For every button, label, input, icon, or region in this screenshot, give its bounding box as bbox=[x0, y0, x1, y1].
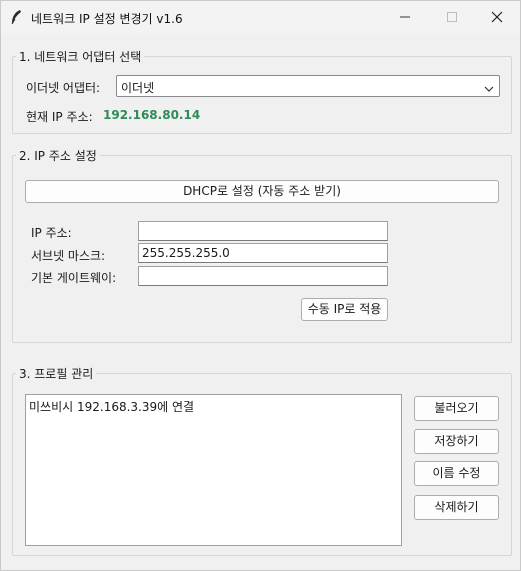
current-ip-label: 현재 IP 주소: bbox=[26, 110, 93, 124]
dhcp-button[interactable]: DHCP로 설정 (자동 주소 받기) bbox=[25, 180, 499, 203]
close-icon bbox=[491, 11, 503, 23]
ip-settings-section-title: 2. IP 주소 설정 bbox=[16, 147, 100, 164]
app-window: 네트워크 IP 설정 변경기 v1.6 1. 네트워크 어댑터 선택 이더넷 어… bbox=[0, 0, 521, 571]
list-item[interactable]: 미쓰비시 192.168.3.39에 연결 bbox=[29, 398, 194, 415]
rename-profile-label: 이름 수정 bbox=[432, 466, 481, 480]
current-ip-value: 192.168.80.14 bbox=[103, 108, 201, 122]
adapter-select-value: 이더넷 bbox=[121, 81, 155, 95]
subnet-mask-label: 서브넷 마스크: bbox=[31, 249, 106, 263]
maximize-icon bbox=[447, 12, 457, 22]
ip-address-input[interactable] bbox=[138, 221, 388, 241]
window-title: 네트워크 IP 설정 변경기 v1.6 bbox=[31, 12, 183, 26]
minimize-button[interactable] bbox=[382, 1, 428, 33]
dhcp-button-label: DHCP로 설정 (자동 주소 받기) bbox=[183, 184, 341, 198]
rename-profile-button[interactable]: 이름 수정 bbox=[414, 461, 499, 486]
delete-profile-label: 삭제하기 bbox=[434, 500, 479, 514]
adapter-section-title: 1. 네트워크 어댑터 선택 bbox=[16, 48, 145, 65]
subnet-mask-value: 255.255.255.0 bbox=[142, 246, 230, 260]
ip-address-label: IP 주소: bbox=[31, 226, 72, 240]
title-bar[interactable]: 네트워크 IP 설정 변경기 v1.6 bbox=[1, 1, 520, 33]
subnet-mask-input[interactable]: 255.255.255.0 bbox=[138, 243, 388, 263]
maximize-button[interactable] bbox=[429, 1, 475, 33]
save-profile-label: 저장하기 bbox=[434, 434, 479, 448]
load-profile-button[interactable]: 불러오기 bbox=[414, 396, 499, 421]
chevron-down-icon bbox=[484, 82, 494, 96]
apply-manual-ip-label: 수동 IP로 적용 bbox=[307, 302, 382, 316]
profile-list[interactable]: 미쓰비시 192.168.3.39에 연결 bbox=[25, 394, 402, 546]
feather-icon bbox=[9, 9, 23, 25]
minimize-icon bbox=[400, 16, 410, 18]
adapter-select[interactable]: 이더넷 bbox=[116, 75, 500, 97]
profile-section-title: 3. 프로필 관리 bbox=[16, 365, 97, 382]
gateway-input[interactable] bbox=[138, 266, 388, 286]
apply-manual-ip-button[interactable]: 수동 IP로 적용 bbox=[301, 298, 388, 321]
close-button[interactable] bbox=[474, 1, 520, 33]
adapter-label: 이더넷 어댑터: bbox=[26, 81, 101, 95]
save-profile-button[interactable]: 저장하기 bbox=[414, 429, 499, 454]
delete-profile-button[interactable]: 삭제하기 bbox=[414, 495, 499, 520]
gateway-label: 기본 게이트웨이: bbox=[31, 271, 117, 285]
load-profile-label: 불러오기 bbox=[434, 401, 479, 415]
